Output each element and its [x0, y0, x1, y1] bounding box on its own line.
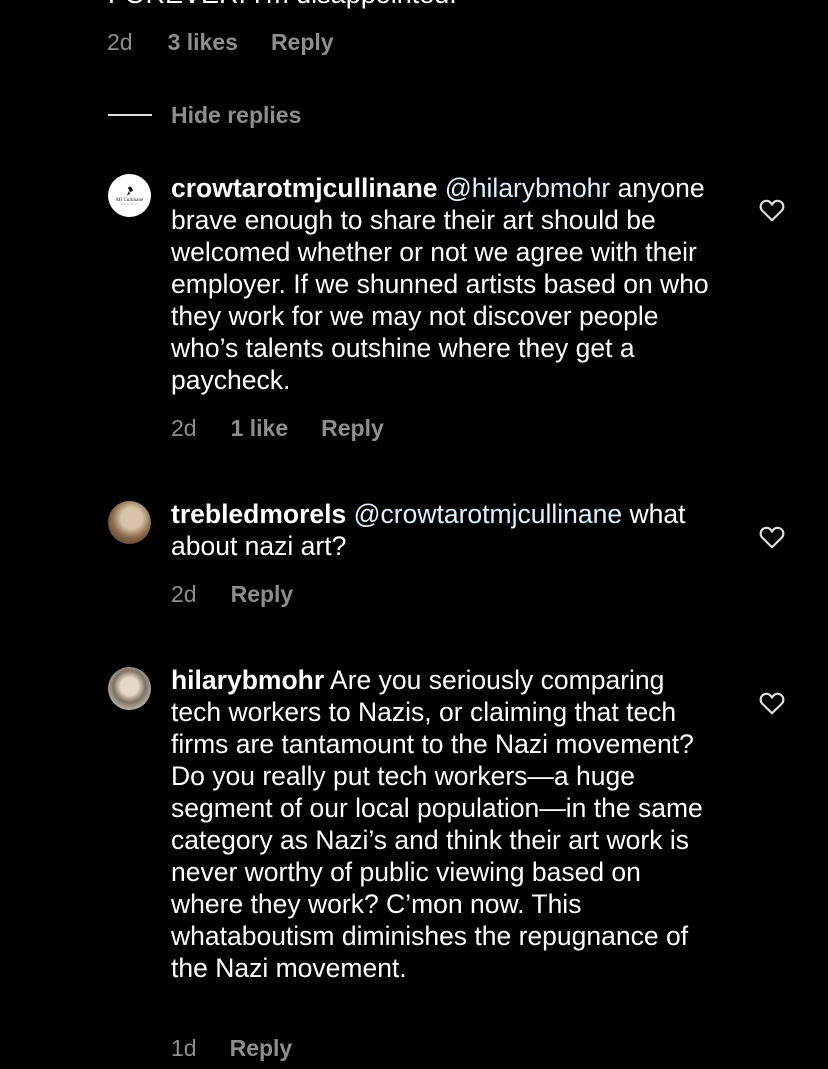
hide-replies-label: Hide replies: [171, 102, 302, 128]
comment-text: anyone brave enough to share their art s…: [171, 173, 709, 395]
comment-body: hilarybmohr Are you seriously comparing …: [171, 664, 719, 984]
comment-text: Are you seriously comparing tech workers…: [171, 665, 703, 983]
avatar[interactable]: [108, 501, 151, 544]
likes-count[interactable]: 3 likes: [168, 27, 238, 57]
reply-button[interactable]: Reply: [321, 413, 384, 443]
comment-mention[interactable]: @hilarybmohr: [445, 173, 610, 203]
heart-icon[interactable]: [759, 691, 785, 715]
reply-button[interactable]: Reply: [271, 27, 334, 57]
comment-username[interactable]: trebledmorels: [171, 499, 346, 529]
comment-time: 2d: [107, 29, 133, 55]
comment-mention[interactable]: @crowtarotmjcullinane: [354, 499, 622, 529]
comment-meta: 2d Reply: [171, 579, 293, 609]
divider-line: [108, 114, 152, 116]
reply-button[interactable]: Reply: [231, 579, 294, 609]
previous-comment-text: FOREVER. I'm disappointed.: [108, 0, 457, 10]
heart-icon[interactable]: [759, 525, 785, 549]
hide-replies-button[interactable]: Hide replies: [108, 100, 301, 130]
heart-icon[interactable]: [759, 198, 785, 222]
comment-meta: 1d Reply: [171, 1033, 292, 1063]
reply-button[interactable]: Reply: [230, 1033, 293, 1063]
previous-comment-meta: 2d 3 likes Reply: [107, 27, 334, 57]
comment-meta: 2d 1 like Reply: [171, 413, 384, 443]
comment-body: trebledmorels @crowtarotmjcullinane what…: [171, 498, 716, 562]
comment-time: 2d: [171, 581, 197, 607]
comment-username[interactable]: hilarybmohr: [171, 665, 324, 695]
avatar-text: MJ Cullinane: [116, 198, 144, 203]
avatar[interactable]: [108, 667, 151, 710]
comment-time: 1d: [171, 1035, 197, 1061]
comment-time: 2d: [171, 415, 197, 441]
avatar[interactable]: MJ Cullinane: [108, 174, 151, 217]
comment-body: crowtarotmjcullinane @hilarybmohr anyone…: [171, 172, 716, 396]
comment-username[interactable]: crowtarotmjcullinane: [171, 173, 438, 203]
likes-count[interactable]: 1 like: [231, 413, 289, 443]
